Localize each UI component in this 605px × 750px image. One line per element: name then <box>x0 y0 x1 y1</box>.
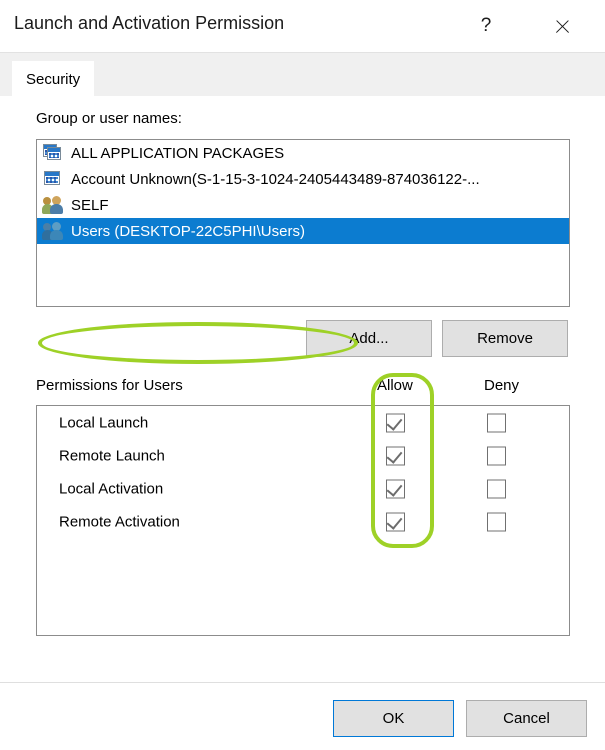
permission-label: Remote Activation <box>59 513 180 530</box>
deny-checkbox[interactable] <box>487 479 506 498</box>
question-mark-icon: ? <box>480 15 492 36</box>
tab-security-label: Security <box>26 70 81 88</box>
cancel-button-label: Cancel <box>503 710 550 727</box>
list-item-label: SELF <box>71 196 109 214</box>
help-button[interactable]: ? <box>466 8 506 44</box>
table-row: Local Launch <box>37 406 569 439</box>
table-row: Remote Activation <box>37 505 569 538</box>
list-item-label: Users (DESKTOP-22C5PHI\Users) <box>68 221 308 241</box>
deny-column-header: Deny <box>484 377 520 394</box>
add-button[interactable]: Add... <box>306 320 432 357</box>
add-button-label: Add... <box>349 330 389 347</box>
security-tab-panel: Group or user names: ALL APPLICATION PAC… <box>0 96 605 750</box>
permission-label: Remote Launch <box>59 447 165 464</box>
users-group-icon <box>42 221 64 241</box>
allow-checkbox[interactable] <box>386 446 405 465</box>
group-or-user-names-list[interactable]: ALL APPLICATION PACKAGES Account Unknown… <box>36 139 570 307</box>
allow-checkbox[interactable] <box>386 479 405 498</box>
window-title: Launch and Activation Permission <box>14 13 285 33</box>
tab-strip: Security <box>0 52 605 97</box>
application-package-icon <box>42 143 64 163</box>
application-package-icon <box>42 169 64 189</box>
permissions-table: Local Launch Remote Launch Local Activat… <box>36 405 570 636</box>
deny-checkbox[interactable] <box>487 512 506 531</box>
remove-button[interactable]: Remove <box>442 320 568 357</box>
permission-label: Local Activation <box>59 480 164 497</box>
title-bar: Launch and Activation Permission ? <box>0 0 605 52</box>
permissions-for-users-label: Permissions for Users <box>36 377 183 394</box>
deny-checkbox[interactable] <box>487 446 506 465</box>
allow-checkbox[interactable] <box>386 512 405 531</box>
list-item-selected[interactable]: Users (DESKTOP-22C5PHI\Users) <box>37 218 569 244</box>
permission-label: Local Launch <box>59 414 149 431</box>
close-icon <box>554 18 571 35</box>
list-item-label: ALL APPLICATION PACKAGES <box>71 144 285 162</box>
table-row: Remote Launch <box>37 439 569 472</box>
ok-button-label: OK <box>382 710 405 727</box>
list-item[interactable]: SELF <box>37 192 569 218</box>
deny-checkbox[interactable] <box>487 413 506 432</box>
cancel-button[interactable]: Cancel <box>466 700 587 737</box>
list-item[interactable]: Account Unknown(S-1-15-3-1024-2405443489… <box>37 166 569 192</box>
ok-button[interactable]: OK <box>333 700 454 737</box>
list-item[interactable]: ALL APPLICATION PACKAGES <box>37 140 569 166</box>
remove-button-label: Remove <box>477 330 533 347</box>
tab-security[interactable]: Security <box>12 61 95 97</box>
group-or-user-names-label: Group or user names: <box>36 110 182 127</box>
allow-column-header: Allow <box>377 377 413 394</box>
users-group-icon <box>42 195 64 215</box>
list-item-label: Account Unknown(S-1-15-3-1024-2405443489… <box>71 170 480 188</box>
close-button[interactable] <box>542 8 582 44</box>
footer-divider <box>0 682 605 683</box>
table-row: Local Activation <box>37 472 569 505</box>
allow-checkbox[interactable] <box>386 413 405 432</box>
